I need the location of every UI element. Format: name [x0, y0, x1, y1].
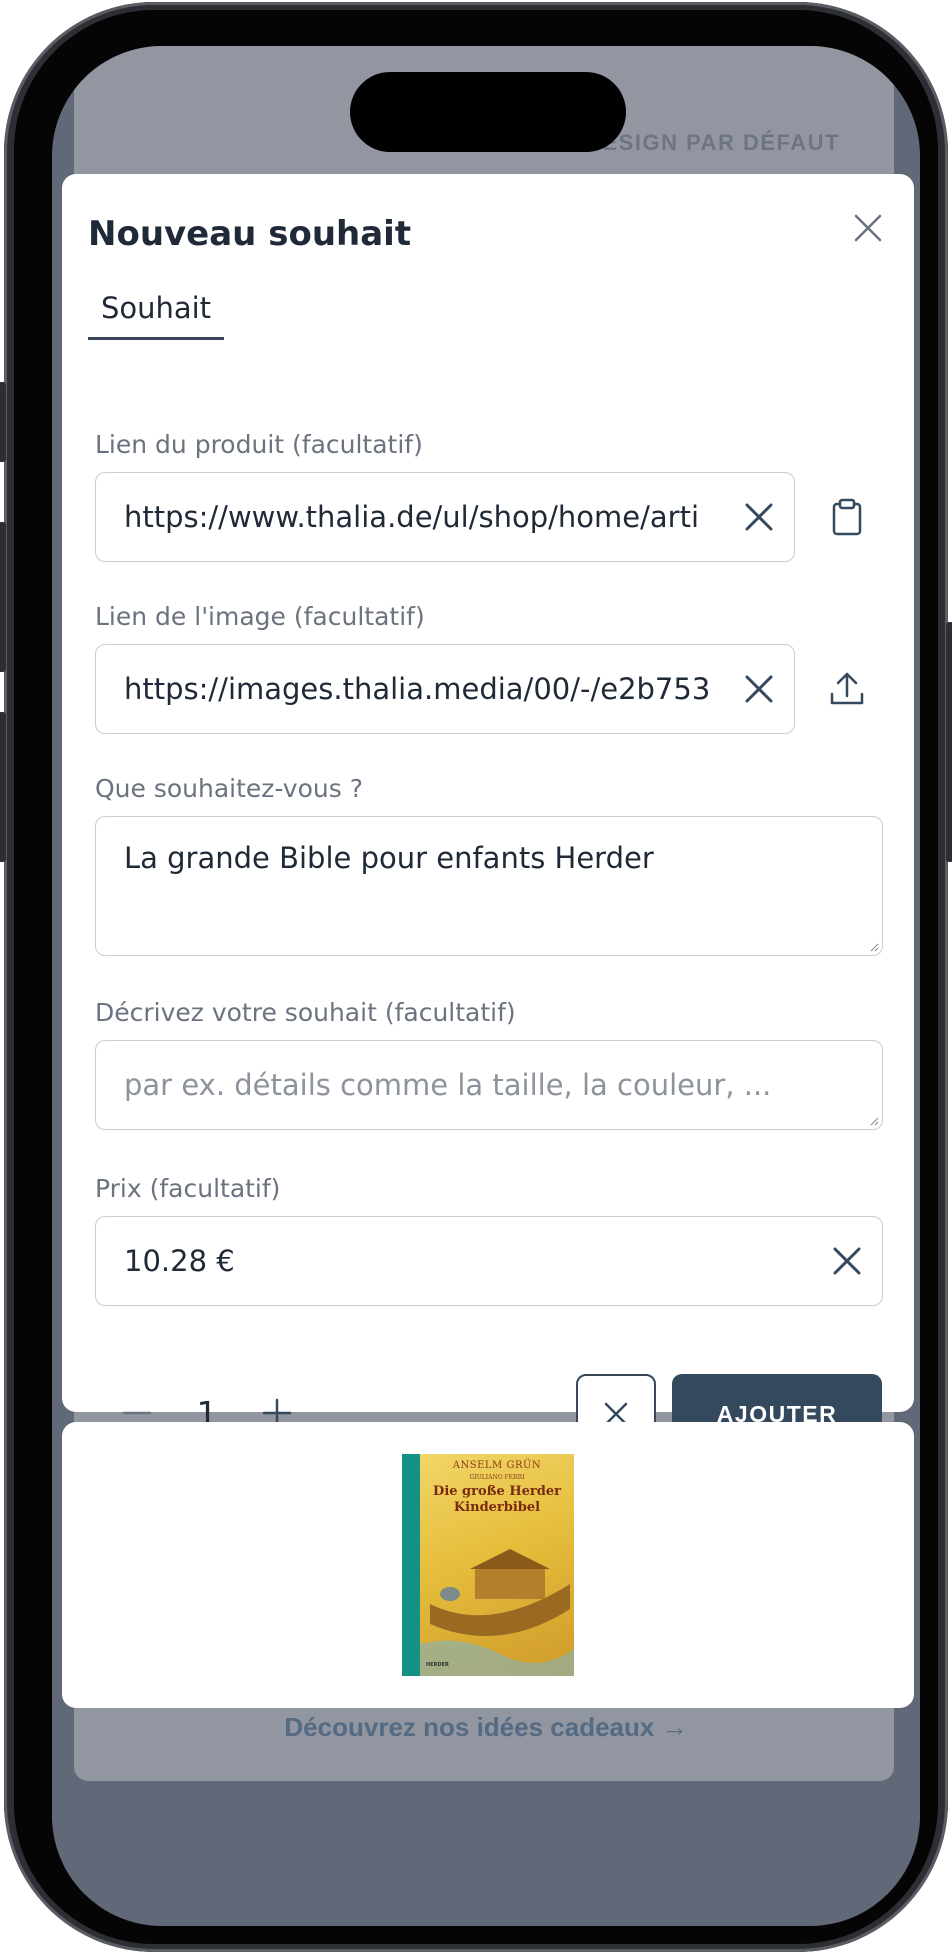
- clear-icon: [745, 503, 773, 531]
- resize-handle-icon[interactable]: [869, 1116, 879, 1126]
- mute-switch: [0, 382, 6, 462]
- modal-title: Nouveau souhait: [88, 214, 412, 254]
- clear-product-link-button[interactable]: [724, 473, 794, 561]
- description-placeholder: par ex. détails comme la taille, la coul…: [124, 1068, 772, 1102]
- phone-bezel: DESIGN PAR DÉFAUT Découvrez nos idées ca…: [14, 10, 938, 1944]
- image-preview-card: ANSELM GRÜN GIULIANO FERRI Die große Her…: [62, 1422, 914, 1708]
- dynamic-island: [350, 72, 626, 152]
- phone-frame: DESIGN PAR DÉFAUT Découvrez nos idées ca…: [0, 2, 952, 1952]
- book-spine: [402, 1454, 420, 1676]
- clear-image-link-button[interactable]: [724, 645, 794, 733]
- book-author: ANSELM GRÜN: [452, 1460, 542, 1471]
- volume-up-button: [0, 522, 6, 672]
- price-value: 10.28 €: [124, 1244, 235, 1278]
- price-field[interactable]: 10.28 €: [95, 1216, 883, 1306]
- upload-icon: [830, 672, 864, 705]
- clear-price-button[interactable]: [812, 1217, 882, 1305]
- price-label: Prix (facultatif): [95, 1174, 281, 1203]
- new-wish-modal: Nouveau souhait Souhait Lien du produit …: [62, 174, 914, 1454]
- description-label: Décrivez votre souhait (facultatif): [95, 998, 516, 1027]
- image-link-label: Lien de l'image (facultatif): [95, 602, 425, 631]
- product-link-value: https://www.thalia.de/ul/shop/home/arti: [124, 500, 700, 534]
- clipboard-icon: [832, 498, 862, 536]
- screen: DESIGN PAR DÉFAUT Découvrez nos idées ca…: [52, 46, 920, 1926]
- book-title: Die große Herder Kinderbibel: [433, 1484, 561, 1515]
- ark-illustration: [420, 1549, 574, 1676]
- wish-label: Que souhaitez-vous ?: [95, 774, 363, 803]
- default-design-label: DESIGN PAR DÉFAUT: [585, 130, 840, 155]
- product-link-field[interactable]: https://www.thalia.de/ul/shop/home/arti: [95, 472, 795, 562]
- gift-ideas-link[interactable]: Découvrez nos idées cadeaux →: [52, 1712, 920, 1743]
- power-button: [946, 622, 952, 862]
- book-cover-image: ANSELM GRÜN GIULIANO FERRI Die große Her…: [402, 1454, 574, 1676]
- tab-wish[interactable]: Souhait: [88, 286, 224, 340]
- upload-image-button[interactable]: [822, 664, 872, 714]
- resize-handle-icon[interactable]: [869, 942, 879, 952]
- close-modal-button[interactable]: [848, 208, 888, 248]
- wish-textarea[interactable]: La grande Bible pour enfants Herder: [95, 816, 883, 956]
- volume-down-button: [0, 712, 6, 862]
- image-link-field[interactable]: https://images.thalia.media/00/-/e2b753: [95, 644, 795, 734]
- close-icon: [854, 214, 882, 242]
- wish-value: La grande Bible pour enfants Herder: [124, 841, 654, 875]
- clear-icon: [745, 675, 773, 703]
- description-textarea[interactable]: par ex. détails comme la taille, la coul…: [95, 1040, 883, 1130]
- clear-icon: [833, 1247, 861, 1275]
- book-coauthor: GIULIANO FERRI: [469, 1474, 525, 1481]
- image-link-value: https://images.thalia.media/00/-/e2b753: [124, 672, 711, 706]
- book-publisher: HERDER: [426, 1662, 449, 1668]
- paste-button[interactable]: [822, 492, 872, 542]
- product-link-label: Lien du produit (facultatif): [95, 430, 423, 459]
